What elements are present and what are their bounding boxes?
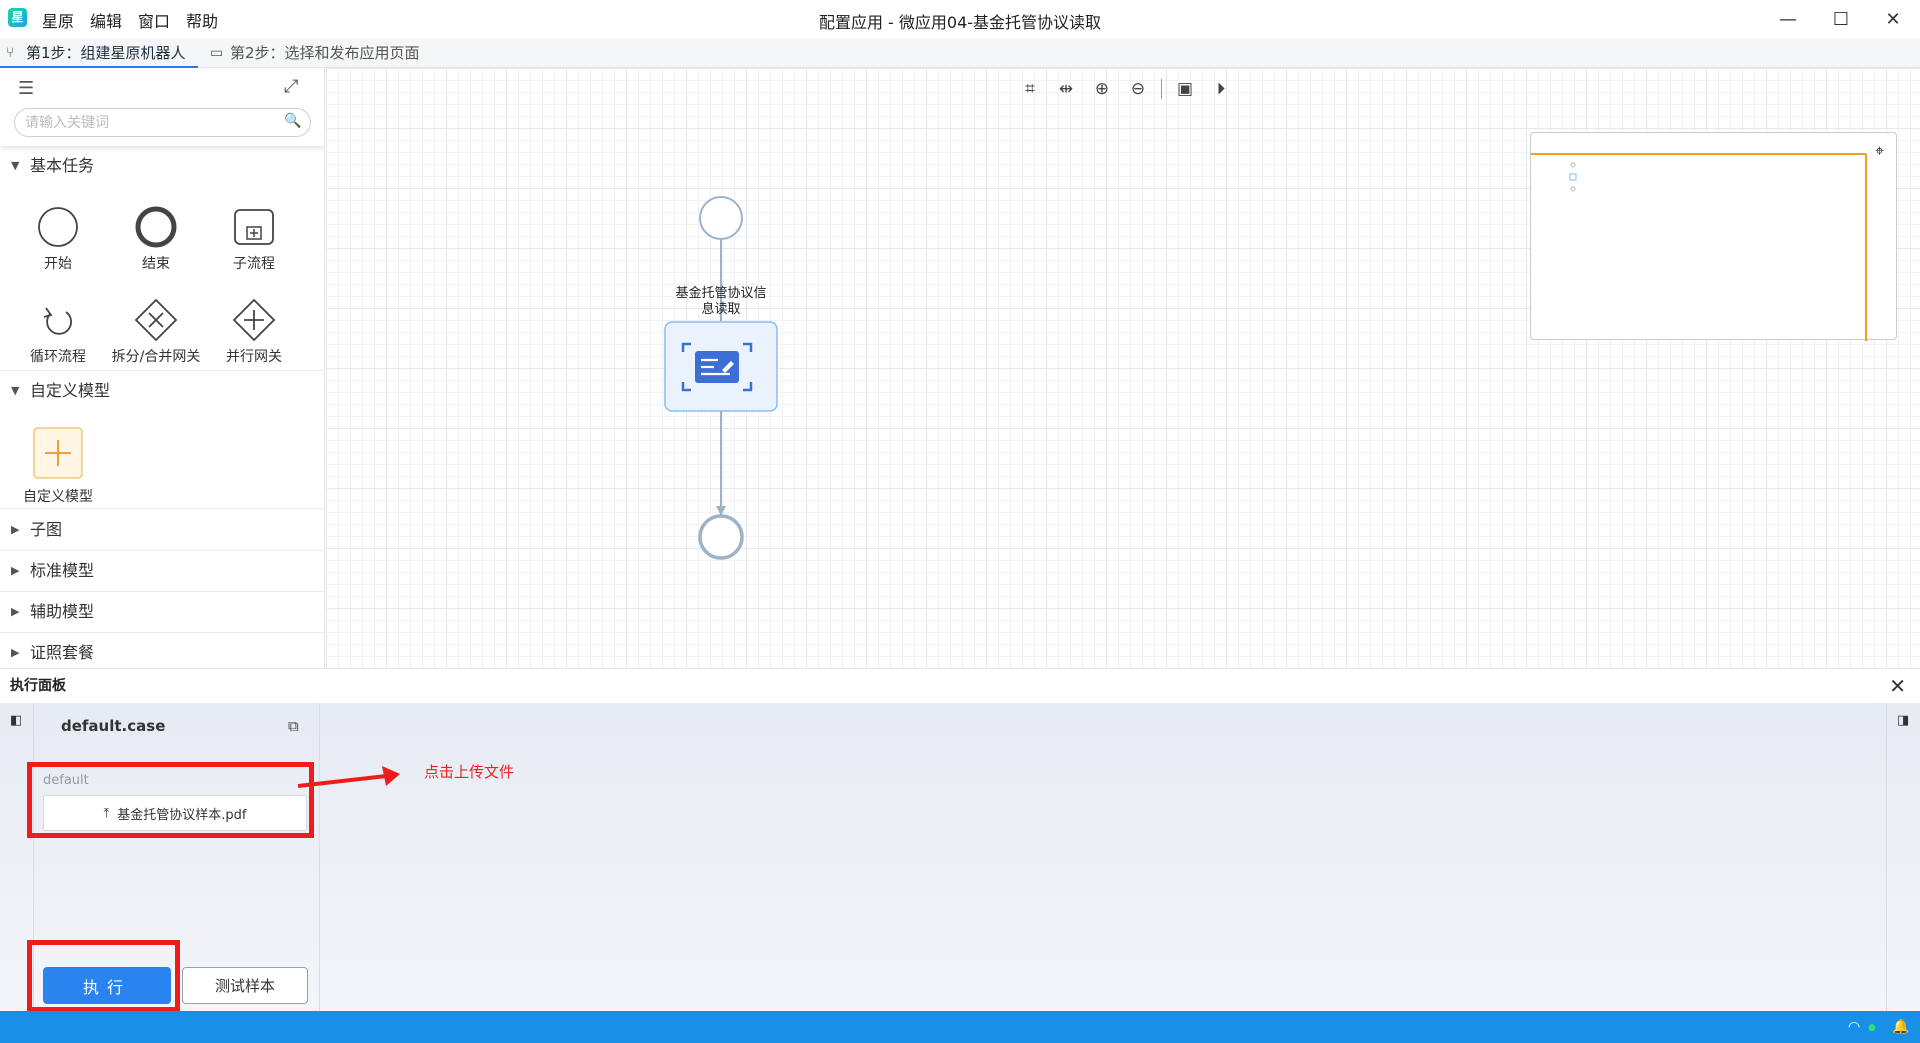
tool-subprocess[interactable]: 子流程 bbox=[204, 205, 304, 273]
save-icon[interactable]: ▣ bbox=[1170, 78, 1200, 100]
page-icon: ▭ bbox=[210, 45, 224, 61]
tool-parallel-gateway-label: 并行网关 bbox=[226, 349, 282, 365]
select-area-icon[interactable]: ⌗ bbox=[1015, 78, 1045, 100]
search-input[interactable] bbox=[14, 108, 311, 137]
exec-panel-title: 执行面板 bbox=[10, 678, 66, 694]
subprocess-icon bbox=[234, 209, 274, 245]
exec-panel-body: ◧ default.case ⧉ default ⤒ 基金托管协议样本.pdf … bbox=[0, 703, 1920, 1012]
section-assist[interactable]: ▶ 辅助模型 bbox=[0, 592, 324, 632]
end-node[interactable] bbox=[698, 514, 744, 560]
divider bbox=[0, 508, 324, 509]
tool-custom-model[interactable]: 自定义模型 bbox=[8, 426, 108, 506]
collapse-panel-icon[interactable]: ☰ bbox=[18, 78, 34, 99]
section-subgraph[interactable]: ▶ 子图 bbox=[0, 510, 324, 550]
menu-bar: 星原 编辑 窗口 帮助 bbox=[42, 8, 218, 32]
tool-parallel-gateway[interactable]: 并行网关 bbox=[204, 298, 304, 366]
app-logo-icon: 星 bbox=[8, 8, 27, 27]
tab-step1[interactable]: ⑂ 第1步：组建星原机器人 bbox=[0, 38, 198, 68]
section-custom-label: 自定义模型 bbox=[30, 381, 111, 400]
tool-custom-model-label: 自定义模型 bbox=[23, 489, 93, 505]
maximize-icon[interactable]: ☐ bbox=[1816, 4, 1866, 34]
start-node[interactable] bbox=[699, 196, 743, 240]
tool-start-label: 开始 bbox=[44, 256, 72, 272]
toggle-left-panel-icon[interactable]: ◧ bbox=[10, 713, 22, 728]
parallel-gateway-icon bbox=[232, 298, 276, 342]
tool-end[interactable]: 结束 bbox=[106, 205, 206, 273]
minimap[interactable]: ⌖ bbox=[1530, 132, 1897, 341]
title-bar: 星 星原 编辑 窗口 帮助 配置应用 - 微应用04-基金托管协议读取 — ☐ … bbox=[0, 0, 1920, 38]
right-dock-strip: ◨ bbox=[1886, 703, 1920, 1012]
start-circle-icon bbox=[38, 207, 78, 247]
tool-exclusive-gateway-label: 拆分/合并网关 bbox=[111, 349, 201, 365]
tool-loop[interactable]: 循环流程 bbox=[8, 298, 108, 366]
section-standard[interactable]: ▶ 标准模型 bbox=[0, 551, 324, 591]
menu-item-edit[interactable]: 编辑 bbox=[90, 8, 122, 32]
task-node-label: 基金托管协议信 息读取 bbox=[656, 286, 786, 318]
close-icon[interactable]: ✕ bbox=[1889, 669, 1906, 703]
tool-subprocess-label: 子流程 bbox=[233, 256, 275, 272]
minimap-view bbox=[1531, 153, 1867, 341]
palette-header: ☰ ⤢ 🔍 bbox=[0, 68, 324, 146]
tab-step2[interactable]: ▭ 第2步：选择和发布应用页面 bbox=[204, 38, 444, 68]
run-icon[interactable]: ⏵ bbox=[1206, 78, 1236, 100]
task-label-line1: 基金托管协议信 bbox=[675, 286, 767, 301]
zoom-in-icon[interactable]: ⊕ bbox=[1087, 78, 1117, 100]
section-assist-label: 辅助模型 bbox=[30, 602, 95, 621]
task-label-line2: 息读取 bbox=[701, 302, 741, 317]
exclusive-gateway-icon bbox=[134, 298, 178, 342]
zoom-out-icon[interactable]: ⊖ bbox=[1123, 78, 1153, 100]
toolbar-separator bbox=[1161, 79, 1162, 99]
menu-item-window[interactable]: 窗口 bbox=[138, 8, 170, 32]
caret-right-icon: ▶ bbox=[11, 564, 20, 577]
bell-icon[interactable]: 🔔 bbox=[1892, 1019, 1909, 1035]
upload-highlight-box bbox=[27, 762, 314, 838]
close-window-icon[interactable]: ✕ bbox=[1868, 4, 1918, 34]
section-subgraph-label: 子图 bbox=[30, 520, 63, 539]
window-title: 配置应用 - 微应用04-基金托管协议读取 bbox=[818, 13, 1102, 32]
caret-down-icon: ▼ bbox=[11, 384, 20, 397]
annotation-text: 点击上传文件 bbox=[424, 763, 515, 781]
execute-highlight-box bbox=[27, 940, 180, 1012]
section-license-label: 证照套餐 bbox=[30, 643, 95, 662]
execution-panel: 执行面板 ✕ ◧ default.case ⧉ default ⤒ 基金托管协议… bbox=[0, 668, 1920, 1012]
canvas-toolbar: ⌗ ⇹ ⊕ ⊖ ▣ ⏵ bbox=[1015, 78, 1236, 100]
fit-width-icon[interactable]: ⇹ bbox=[1051, 78, 1081, 100]
loop-icon bbox=[43, 307, 72, 335]
minimize-icon[interactable]: — bbox=[1763, 4, 1813, 34]
section-basic[interactable]: ▼ 基本任务 bbox=[0, 146, 324, 186]
section-license[interactable]: ▶ 证照套餐 bbox=[0, 633, 324, 668]
end-circle-icon bbox=[135, 206, 177, 248]
status-bar: ◠ ● 🔔 bbox=[0, 1011, 1920, 1043]
section-custom[interactable]: ▼ 自定义模型 bbox=[0, 371, 324, 411]
step-tabs: ⑂ 第1步：组建星原机器人 ▭ 第2步：选择和发布应用页面 bbox=[0, 38, 1920, 68]
menu-item-help[interactable]: 帮助 bbox=[186, 8, 218, 32]
case-name: default.case bbox=[61, 717, 166, 735]
tool-end-label: 结束 bbox=[142, 256, 170, 272]
caret-down-icon: ▼ bbox=[11, 159, 20, 172]
caret-right-icon: ▶ bbox=[11, 605, 20, 618]
online-dot-icon: ● bbox=[1868, 1023, 1876, 1033]
section-basic-label: 基本任务 bbox=[30, 156, 95, 175]
tool-start[interactable]: 开始 bbox=[8, 205, 108, 273]
tab-step1-label: 第1步：组建星原机器人 bbox=[26, 44, 186, 62]
annotation-arrow bbox=[297, 766, 400, 788]
component-palette: ☰ ⤢ 🔍 ▼ 基本任务 开始 结束 子流程 循环流程 拆分/合并网关 并行网关… bbox=[0, 68, 325, 668]
tool-exclusive-gateway[interactable]: 拆分/合并网关 bbox=[106, 298, 206, 366]
tab-step2-label: 第2步：选择和发布应用页面 bbox=[230, 44, 420, 62]
expand-icon[interactable]: ⤢ bbox=[284, 76, 298, 97]
add-custom-model-icon bbox=[33, 427, 83, 479]
location-pin-icon[interactable]: ⌖ bbox=[1875, 141, 1884, 161]
new-case-icon[interactable]: ⧉ bbox=[288, 717, 299, 735]
menu-item-xingyuan[interactable]: 星原 bbox=[42, 8, 74, 32]
flow-icon: ⑂ bbox=[6, 45, 15, 61]
tool-loop-label: 循环流程 bbox=[30, 349, 86, 365]
wifi-icon: ◠ bbox=[1848, 1019, 1861, 1035]
section-standard-label: 标准模型 bbox=[30, 561, 95, 580]
caret-right-icon: ▶ bbox=[11, 523, 20, 536]
exec-panel-header: 执行面板 ✕ bbox=[0, 669, 1920, 703]
toggle-right-panel-icon[interactable]: ◨ bbox=[1897, 713, 1909, 728]
caret-right-icon: ▶ bbox=[11, 646, 20, 659]
test-sample-button[interactable]: 测试样本 bbox=[182, 967, 308, 1004]
search-icon[interactable]: 🔍 bbox=[284, 113, 301, 129]
